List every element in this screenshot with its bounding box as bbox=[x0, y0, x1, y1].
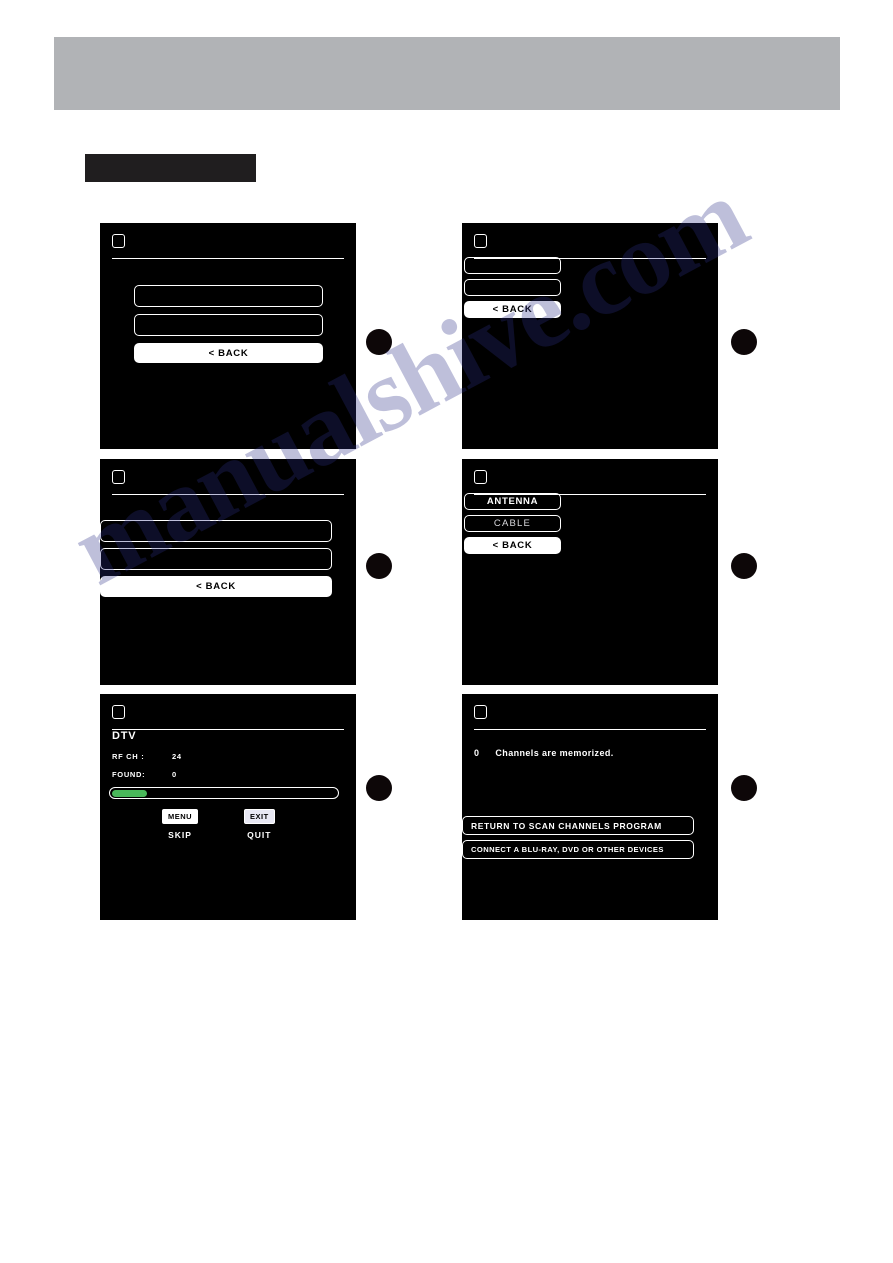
source-list-4: ANTENNA CABLE < BACK bbox=[464, 493, 561, 554]
tv-header-6 bbox=[474, 704, 706, 730]
screen-badge-icon bbox=[112, 705, 125, 719]
quit-key-group[interactable]: EXIT QUIT bbox=[244, 809, 275, 840]
memorized-text: Channels are memorized. bbox=[495, 748, 614, 758]
found-count-row: FOUND: 0 bbox=[112, 770, 272, 779]
back-button-2[interactable]: < BACK bbox=[464, 301, 561, 318]
memorized-count: 0 bbox=[474, 748, 480, 758]
rf-channel-key: RF CH : bbox=[112, 752, 145, 761]
menu-option-3b[interactable] bbox=[100, 548, 332, 570]
back-button-3[interactable]: < BACK bbox=[100, 576, 332, 597]
tv-screen-4: ANTENNA CABLE < BACK bbox=[462, 459, 718, 685]
tv-header-4 bbox=[474, 469, 706, 495]
screen-badge-icon bbox=[112, 234, 125, 248]
rf-channel-row: RF CH : 24 bbox=[112, 752, 272, 761]
tv-screen-3: < BACK bbox=[100, 459, 356, 685]
scan-progress-bar bbox=[109, 787, 339, 799]
tv-header-3 bbox=[112, 469, 344, 495]
tv-screen-5: DTV RF CH : 24 FOUND: 0 MENU SKIP EXIT Q… bbox=[100, 694, 356, 920]
menu-list-1: < BACK bbox=[134, 285, 323, 363]
cable-button[interactable]: CABLE bbox=[464, 515, 561, 532]
header-rule bbox=[112, 257, 344, 259]
skip-label: SKIP bbox=[168, 830, 192, 840]
back-button-1[interactable]: < BACK bbox=[134, 343, 323, 363]
step-marker-5 bbox=[366, 775, 392, 801]
skip-key-group[interactable]: MENU SKIP bbox=[162, 809, 199, 840]
connect-devices-button[interactable]: CONNECT A BLU-RAY, DVD OR OTHER DEVICES bbox=[462, 840, 694, 859]
manual-page: manualshive.com < BACK < BACK < BACK ANT… bbox=[0, 0, 893, 1263]
screen-badge-icon bbox=[112, 470, 125, 484]
tv-header-1 bbox=[112, 233, 344, 259]
screen-badge-icon bbox=[474, 705, 487, 719]
header-rule bbox=[474, 728, 706, 730]
step-marker-1 bbox=[366, 329, 392, 355]
header-rule bbox=[112, 728, 344, 730]
scan-mode-label: DTV bbox=[112, 730, 137, 742]
menu-option-2b[interactable] bbox=[464, 279, 561, 296]
memorized-message: 0 Channels are memorized. bbox=[474, 748, 614, 758]
menu-option-2a[interactable] bbox=[464, 257, 561, 274]
tv-screen-2: < BACK bbox=[462, 223, 718, 449]
step-marker-4 bbox=[731, 553, 757, 579]
menu-list-2: < BACK bbox=[464, 257, 561, 318]
tv-screen-6: 0 Channels are memorized. RETURN TO SCAN… bbox=[462, 694, 718, 920]
step-marker-2 bbox=[731, 329, 757, 355]
rf-channel-value: 24 bbox=[172, 752, 182, 761]
back-button-4[interactable]: < BACK bbox=[464, 537, 561, 554]
header-rule bbox=[112, 493, 344, 495]
step-marker-3 bbox=[366, 553, 392, 579]
scan-progress-fill bbox=[111, 789, 148, 797]
menu-list-3: < BACK bbox=[100, 520, 332, 597]
tv-screen-1: < BACK bbox=[100, 223, 356, 449]
found-count-value: 0 bbox=[172, 770, 177, 779]
menu-option-3a[interactable] bbox=[100, 520, 332, 542]
antenna-button[interactable]: ANTENNA bbox=[464, 493, 561, 510]
exit-key-cap[interactable]: EXIT bbox=[244, 809, 275, 824]
return-to-scan-button[interactable]: RETURN TO SCAN CHANNELS PROGRAM bbox=[462, 816, 694, 835]
menu-option-1b[interactable] bbox=[134, 314, 323, 336]
menu-key-cap[interactable]: MENU bbox=[162, 809, 199, 824]
screens-grid: < BACK < BACK < BACK ANTENNA CABLE < BAC… bbox=[0, 0, 893, 1263]
quit-label: QUIT bbox=[247, 830, 272, 840]
menu-option-1a[interactable] bbox=[134, 285, 323, 307]
step-marker-6 bbox=[731, 775, 757, 801]
tv-header-5 bbox=[112, 704, 344, 730]
found-count-key: FOUND: bbox=[112, 770, 146, 779]
screen-badge-icon bbox=[474, 470, 487, 484]
screen-badge-icon bbox=[474, 234, 487, 248]
tv-header-2 bbox=[474, 233, 706, 259]
result-actions: RETURN TO SCAN CHANNELS PROGRAM CONNECT … bbox=[462, 816, 694, 859]
